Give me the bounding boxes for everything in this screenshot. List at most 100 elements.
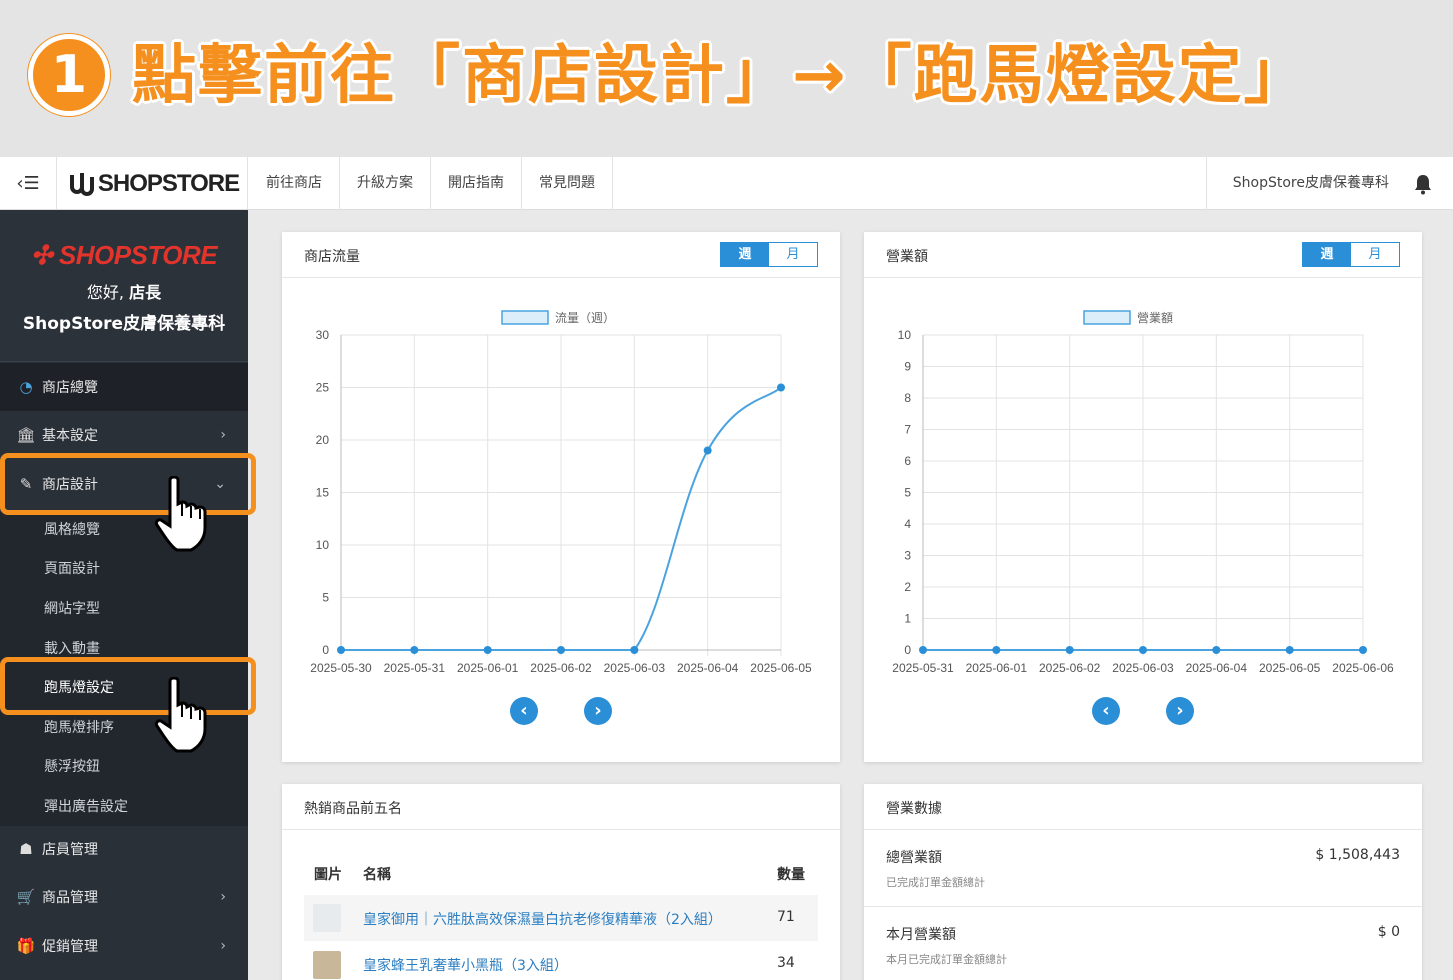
instruction-text: 點擊前往「商店設計」→「跑馬燈設定」 (132, 39, 1310, 113)
data-point (992, 646, 1001, 654)
sidebar-item-products[interactable]: 🛒 商品管理 › (0, 873, 248, 921)
gift-icon: 🎁 (16, 937, 36, 955)
x-tick-label: 2025-06-06 (1332, 661, 1394, 675)
prev-week-button[interactable]: ‹ (510, 697, 538, 725)
top-navbar: ‹☰ SHOPSTORE 前往商店 升級方案 開店指南 常見問題 ShopSto… (0, 157, 1453, 210)
step-number: 1 (28, 34, 110, 116)
x-tick-label: 2025-06-05 (1259, 661, 1321, 675)
data-point (1139, 646, 1147, 654)
toggle-month[interactable]: 月 (1351, 243, 1399, 266)
next-week-button[interactable]: › (584, 697, 612, 725)
y-tick-label: 8 (904, 391, 911, 405)
data-point (557, 646, 565, 654)
x-tick-label: 2025-06-04 (677, 661, 739, 675)
toggle-week[interactable]: 週 (1303, 243, 1351, 266)
nav-link-go-store[interactable]: 前往商店 (249, 157, 340, 210)
sidebar-item-label: 店員管理 (42, 842, 98, 858)
chevron-right-icon: › (220, 938, 226, 954)
menu-icon: ‹☰ (16, 173, 40, 194)
users-icon: ☗ (19, 840, 33, 858)
card-title: 熱銷商品前五名 (304, 801, 402, 817)
sidebar-toggle-button[interactable]: ‹☰ (0, 157, 57, 210)
store-account-menu[interactable]: ShopStore皮膚保養專科 (1205, 157, 1389, 210)
submenu-site-font[interactable]: 網站字型 (44, 598, 100, 618)
prev-week-button[interactable]: ‹ (1092, 697, 1120, 725)
sidebar-item-staff[interactable]: ☗ 店員管理 (0, 825, 248, 873)
data-point (483, 646, 492, 654)
sidebar: ✣ SHOPSTORE 您好, 店長 ShopStore皮膚保養專科 ◔ 商店總… (0, 210, 248, 980)
brand-mark-icon (69, 172, 94, 196)
y-tick-label: 0 (904, 643, 911, 657)
sidebar-item-overview[interactable]: ◔ 商店總覽 (0, 363, 248, 411)
toggle-month[interactable]: 月 (769, 243, 817, 266)
submenu-page-design[interactable]: 頁面設計 (44, 558, 100, 578)
x-tick-label: 2025-06-04 (1186, 661, 1248, 675)
top-nav-links: 前往商店 升級方案 開店指南 常見問題 (249, 157, 613, 210)
col-header-image: 圖片 (314, 867, 342, 883)
x-tick-label: 2025-06-03 (604, 661, 666, 675)
sidebar-item-basic-settings[interactable]: 🏛 基本設定 › (0, 411, 248, 459)
y-tick-label: 10 (316, 538, 330, 552)
nav-link-faq[interactable]: 常見問題 (522, 157, 613, 210)
y-tick-label: 5 (904, 486, 911, 500)
sidebar-item-promotions[interactable]: 🎁 促銷管理 › (0, 922, 248, 970)
x-tick-label: 2025-06-01 (457, 661, 519, 675)
nav-link-guide[interactable]: 開店指南 (431, 157, 522, 210)
month-revenue-desc: 本月已完成訂單金額總計 (886, 953, 1007, 966)
submenu-marquee-order[interactable]: 跑馬燈排序 (44, 717, 114, 737)
y-tick-label: 25 (316, 381, 330, 395)
data-point (919, 646, 927, 654)
col-header-name: 名稱 (363, 867, 391, 883)
chevron-right-icon: › (220, 427, 226, 443)
y-tick-label: 6 (904, 454, 911, 468)
card-title: 商店流量 (304, 249, 360, 265)
total-revenue-desc: 已完成訂單金額總計 (886, 876, 985, 889)
nav-link-upgrade[interactable]: 升級方案 (340, 157, 431, 210)
chevron-right-icon: › (220, 889, 226, 905)
period-toggle: 週 月 (1302, 242, 1400, 267)
y-tick-label: 4 (904, 517, 911, 531)
sidebar-item-label: 基本設定 (42, 428, 98, 444)
brand-name: SHOPSTORE (97, 169, 240, 197)
data-point (1285, 646, 1294, 654)
instruction-banner: 1 點擊前往「商店設計」→「跑馬燈設定」 (0, 0, 1453, 157)
next-week-button[interactable]: › (1166, 697, 1194, 725)
y-tick-label: 30 (316, 328, 330, 342)
x-tick-label: 2025-05-31 (384, 661, 446, 675)
y-tick-label: 3 (904, 549, 911, 563)
brand-logo[interactable]: SHOPSTORE (58, 157, 248, 210)
legend-label: 營業額 (1137, 311, 1173, 325)
traffic-card: 商店流量 週 月 流量（週） 0 5 10 15 20 25 30 2025-05-30 2025… (282, 232, 840, 762)
cart-icon: 🛒 (16, 888, 36, 906)
x-tick-label: 2025-05-30 (310, 661, 372, 675)
submenu-floating-button[interactable]: 懸浮按鈕 (44, 756, 100, 776)
submenu-style-overview[interactable]: 風格總覽 (44, 519, 100, 539)
hand-pointer-icon (154, 476, 207, 552)
product-link[interactable]: 皇家蜂王乳奢華小黑瓶（3入組） (363, 955, 568, 975)
product-qty: 34 (777, 955, 795, 971)
data-point (1212, 646, 1221, 654)
y-tick-label: 5 (322, 591, 329, 605)
data-point (777, 383, 785, 392)
submenu-popup-ad[interactable]: 彈出廣告設定 (44, 796, 128, 816)
legend-swatch (1083, 310, 1131, 325)
card-title: 營業額 (886, 249, 928, 265)
col-header-qty: 數量 (777, 867, 805, 883)
product-link[interactable]: 皇家御用｜六胜肽高效保濕量白抗老修復精華液（2入組） (363, 909, 722, 929)
highlight-marquee-settings (0, 657, 256, 715)
toggle-week[interactable]: 週 (721, 243, 769, 266)
sidebar-item-label: 商店總覽 (42, 380, 98, 396)
month-revenue-label: 本月營業額 (886, 927, 956, 943)
bell-icon[interactable] (1413, 173, 1433, 195)
sidebar-store-name: ShopStore皮膚保養專科 (22, 314, 226, 334)
data-point (703, 446, 712, 455)
period-toggle: 週 月 (720, 242, 818, 267)
x-tick-label: 2025-06-03 (1112, 661, 1174, 675)
total-revenue-label: 總營業額 (886, 850, 942, 866)
y-tick-label: 1 (904, 612, 911, 626)
submenu-loading-animation[interactable]: 載入動畫 (44, 638, 100, 658)
top-products-card: 熱銷商品前五名 圖片 名稱 數量 皇家御用｜六胜肽高效保濕量白抗老修復精華液（2… (282, 784, 840, 980)
month-revenue-value: $ 0 (1377, 924, 1400, 940)
x-tick-label: 2025-06-02 (530, 661, 592, 675)
y-tick-label: 10 (898, 328, 912, 342)
